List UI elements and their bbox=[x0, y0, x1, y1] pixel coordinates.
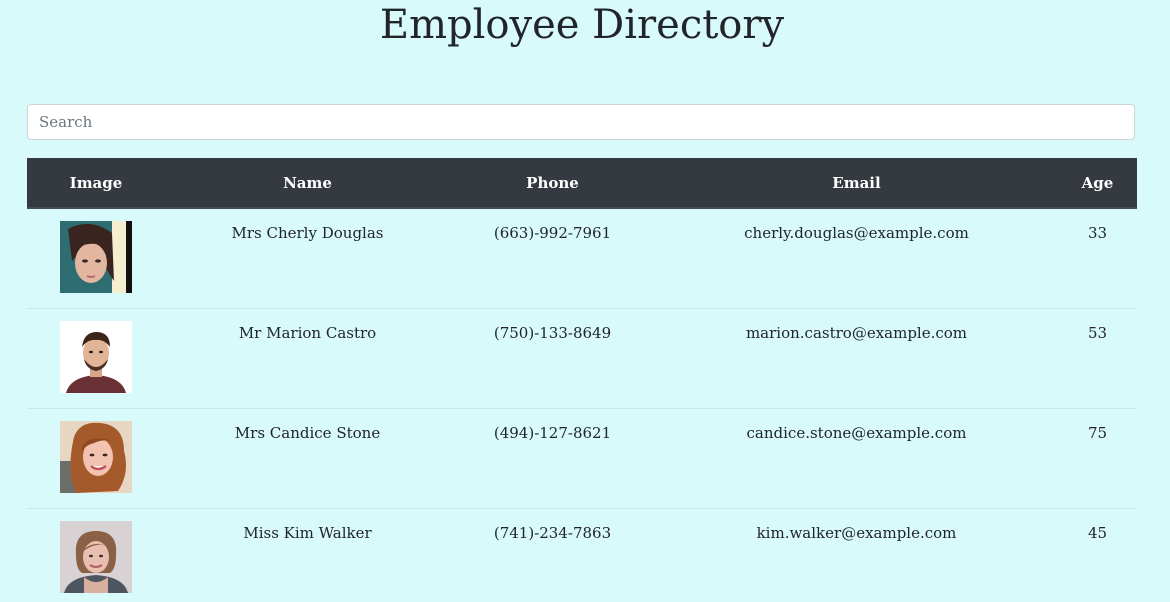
age-cell: 75 bbox=[1058, 408, 1137, 509]
phone-cell: (663)-992-7961 bbox=[450, 208, 655, 309]
header-email[interactable]: Email bbox=[655, 158, 1058, 209]
employee-table: Image Name Phone Email Age Mrs Cherly Do… bbox=[27, 158, 1137, 602]
page-title: Employee Directory bbox=[379, 2, 785, 48]
table-row: Mrs Candice Stone (494)-127-8621 candice… bbox=[27, 408, 1137, 509]
image-cell bbox=[27, 408, 165, 509]
table-row: Miss Kim Walker (741)-234-7863 kim.walke… bbox=[27, 508, 1137, 602]
email-cell: candice.stone@example.com bbox=[655, 408, 1058, 509]
table-row: Mrs Cherly Douglas (663)-992-7961 cherly… bbox=[27, 208, 1137, 309]
image-cell bbox=[27, 508, 165, 602]
header-name[interactable]: Name bbox=[165, 158, 450, 209]
employee-avatar bbox=[60, 221, 132, 293]
email-cell: kim.walker@example.com bbox=[655, 508, 1058, 602]
phone-cell: (741)-234-7863 bbox=[450, 508, 655, 602]
name-cell: Mr Marion Castro bbox=[165, 308, 450, 409]
age-cell: 33 bbox=[1058, 208, 1137, 309]
employee-directory-page: Employee Directory Image Name Phone Emai… bbox=[0, 0, 1170, 602]
header-phone[interactable]: Phone bbox=[450, 158, 655, 209]
name-cell: Miss Kim Walker bbox=[165, 508, 450, 602]
name-cell: Mrs Cherly Douglas bbox=[165, 208, 450, 309]
employee-avatar bbox=[60, 321, 132, 393]
name-cell: Mrs Candice Stone bbox=[165, 408, 450, 509]
employee-avatar bbox=[60, 421, 132, 493]
age-cell: 45 bbox=[1058, 508, 1137, 602]
table-header: Image Name Phone Email Age bbox=[27, 158, 1137, 209]
email-cell: marion.castro@example.com bbox=[655, 308, 1058, 409]
image-cell bbox=[27, 308, 165, 409]
employee-avatar bbox=[60, 521, 132, 593]
table-body: Mrs Cherly Douglas (663)-992-7961 cherly… bbox=[27, 208, 1137, 602]
header-image[interactable]: Image bbox=[27, 158, 165, 209]
email-cell: cherly.douglas@example.com bbox=[655, 208, 1058, 309]
header-age[interactable]: Age bbox=[1058, 158, 1137, 209]
image-cell bbox=[27, 208, 165, 309]
phone-cell: (750)-133-8649 bbox=[450, 308, 655, 409]
phone-cell: (494)-127-8621 bbox=[450, 408, 655, 509]
table-row: Mr Marion Castro (750)-133-8649 marion.c… bbox=[27, 308, 1137, 409]
table-header-row: Image Name Phone Email Age bbox=[27, 158, 1137, 209]
search-input[interactable] bbox=[27, 104, 1135, 140]
age-cell: 53 bbox=[1058, 308, 1137, 409]
